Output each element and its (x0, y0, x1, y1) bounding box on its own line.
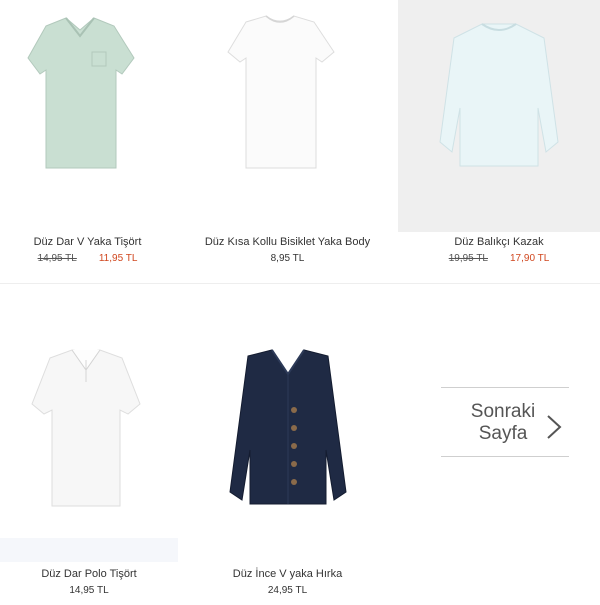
sale-price: 11,95 TL (98, 253, 138, 264)
old-price: 14,95 TL (37, 253, 77, 264)
price: 14,95 TL (69, 585, 109, 596)
product-image[interactable] (0, 0, 175, 230)
product-name[interactable]: Düz Dar Polo Tişört (0, 568, 178, 580)
chevron-right-icon (547, 415, 562, 439)
old-price: 19,95 TL (448, 253, 488, 264)
product-name[interactable]: Düz İnce V yaka Hırka (200, 568, 375, 580)
product-card[interactable]: Düz Dar Polo Tişört 14,95 TL (0, 330, 178, 605)
product-name[interactable]: Düz Kısa Kollu Bisiklet Yaka Body (200, 236, 375, 248)
row-divider (0, 283, 600, 284)
next-page-label-line1: Sonraki (470, 401, 536, 422)
product-card[interactable]: Düz Balıkçı Kazak 19,95 TL 17,90 TL (398, 0, 600, 270)
product-card[interactable]: Düz Dar V Yaka Tişört 14,95 TL 11,95 TL (0, 0, 175, 270)
product-image[interactable] (200, 0, 375, 230)
product-image[interactable] (398, 0, 600, 232)
product-image[interactable] (200, 330, 375, 562)
next-page-button[interactable]: Sonraki Sayfa (441, 387, 569, 457)
product-card[interactable]: Düz İnce V yaka Hırka 24,95 TL (200, 330, 375, 605)
next-page-label-line2: Sayfa (478, 423, 528, 444)
price: 8,95 TL (270, 253, 305, 264)
product-name[interactable]: Düz Balıkçı Kazak (398, 236, 600, 248)
sale-price: 17,90 TL (510, 253, 550, 264)
product-card[interactable]: Düz Kısa Kollu Bisiklet Yaka Body 8,95 T… (200, 0, 375, 270)
product-image[interactable] (0, 330, 178, 562)
product-name[interactable]: Düz Dar V Yaka Tişört (0, 236, 175, 248)
price: 24,95 TL (267, 585, 308, 596)
next-page-label: Sonraki Sayfa (463, 401, 543, 445)
